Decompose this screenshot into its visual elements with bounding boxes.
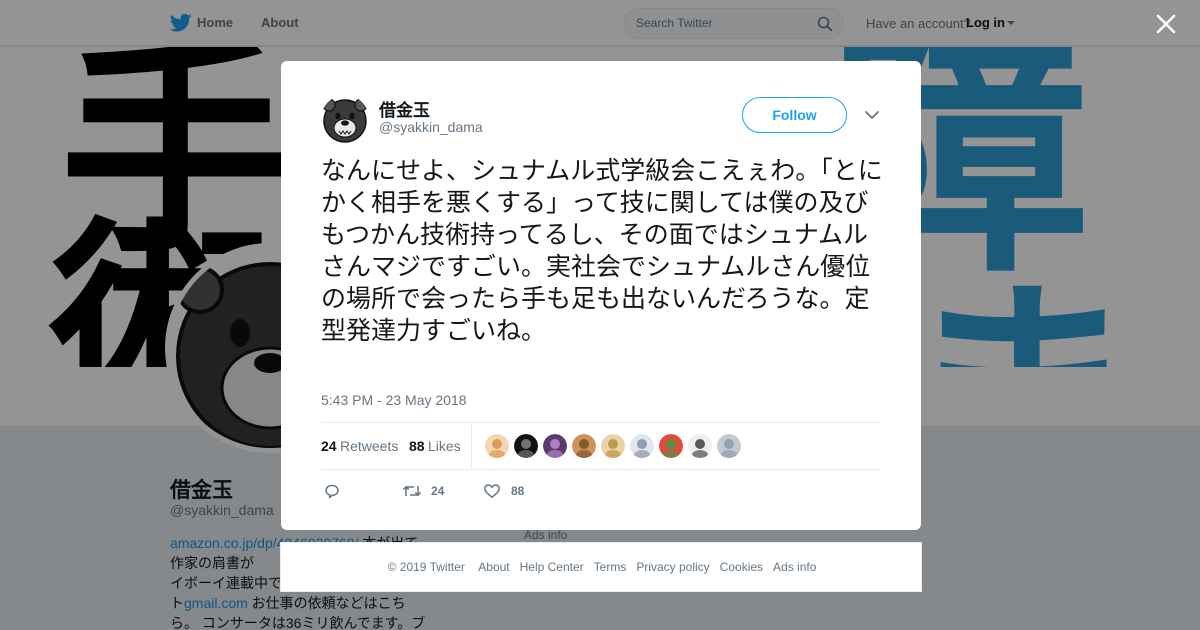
footer-links: © 2019 Twitter About Help Center Terms Priv… [281,560,923,574]
tweet-text: なんにせよ、シュナムル式学級会こえぇわ。「とにかく相手を悪くする」って技に関して… [321,156,883,345]
liker-avatar[interactable] [543,434,567,458]
follow-button[interactable]: Follow [742,97,847,133]
liker-avatar[interactable] [514,434,538,458]
footer-link-cookies[interactable]: Cookies [720,560,763,574]
likes-count[interactable]: 88 [409,438,425,454]
liker-avatar[interactable] [659,434,683,458]
divider [471,422,472,469]
retweets-count[interactable]: 24 [321,438,337,454]
divider [321,422,881,423]
liker-avatar[interactable] [688,434,712,458]
footer-link-terms[interactable]: Terms [594,560,627,574]
close-icon[interactable] [1154,12,1178,36]
footer-copyright: © 2019 Twitter [387,560,465,574]
like-action-count[interactable]: 88 [511,484,524,498]
footer-link-about[interactable]: About [478,560,509,574]
footer-link-privacy-policy[interactable]: Privacy policy [636,560,709,574]
author-avatar[interactable] [321,95,369,143]
divider [321,469,881,470]
footer-link-help-center[interactable]: Help Center [520,560,584,574]
liker-avatar[interactable] [485,434,509,458]
heart-icon[interactable] [483,483,501,499]
likes-label[interactable]: Likes [428,438,461,454]
retweets-label[interactable]: Retweets [340,438,398,454]
reply-icon[interactable] [323,483,341,499]
footer: © 2019 Twitter About Help Center Terms Priv… [280,542,922,592]
footer-link-ads-info[interactable]: Ads info [773,560,816,574]
liker-avatar[interactable] [601,434,625,458]
retweet-icon[interactable] [402,483,422,499]
tweet-modal: 借金玉 @syakkin_dama Follow なんにせよ、シュナムル式学級会… [281,61,921,530]
retweet-action-count[interactable]: 24 [431,484,444,498]
liker-avatar[interactable] [630,434,654,458]
tweet-timestamp[interactable]: 5:43 PM - 23 May 2018 [321,392,467,408]
bear-avatar-image [322,98,368,143]
liker-avatar[interactable] [572,434,596,458]
chevron-down-icon[interactable] [864,109,880,121]
author-name[interactable]: 借金玉 [379,96,430,121]
liker-avatar[interactable] [717,434,741,458]
author-handle[interactable]: @syakkin_dama [379,119,483,135]
